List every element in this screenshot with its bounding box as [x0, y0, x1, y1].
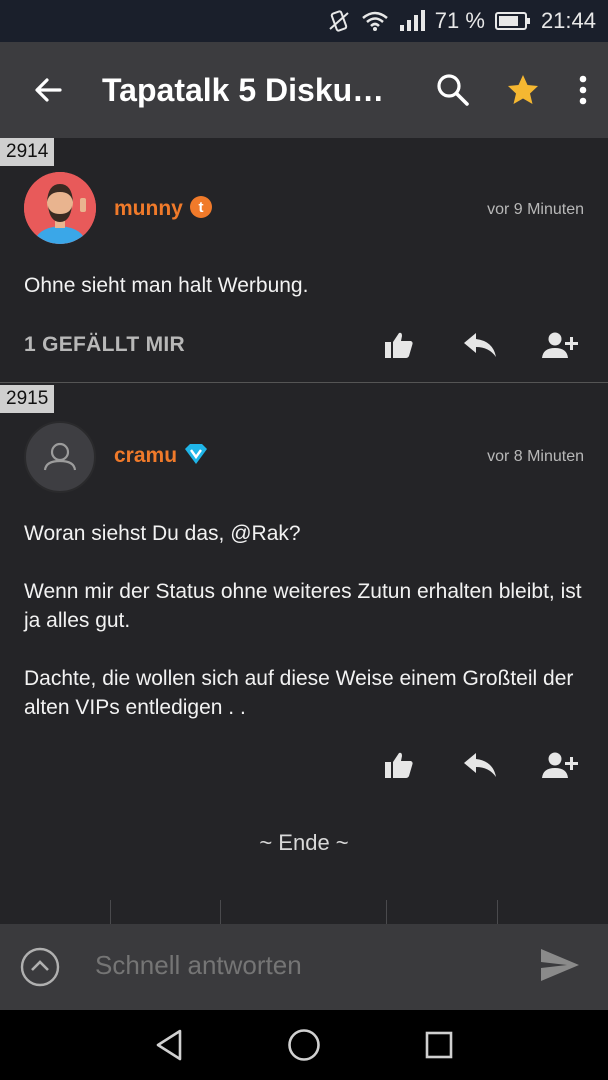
battery-icon — [494, 11, 531, 31]
battery-percent: 71 % — [434, 8, 485, 33]
post-paragraph: Ohne sieht man halt Werbung. — [24, 274, 309, 297]
wifi-icon — [361, 10, 389, 32]
expand-reply-button[interactable] — [20, 947, 60, 987]
thumbs-up-icon — [385, 752, 413, 778]
quick-reply-bar — [0, 924, 608, 1010]
post-time: vor 9 Minuten — [487, 201, 584, 218]
default-avatar-icon — [43, 442, 77, 471]
nav-recents-icon — [425, 1031, 453, 1059]
more-options-button[interactable] — [558, 42, 608, 138]
favorite-button[interactable] — [488, 42, 558, 138]
reply-button[interactable] — [458, 323, 502, 367]
search-button[interactable] — [418, 42, 488, 138]
follow-user-button[interactable] — [538, 323, 582, 367]
thumbs-up-icon — [385, 332, 413, 358]
bottom-toolbar-edge — [0, 900, 608, 924]
nav-home-button[interactable] — [284, 1025, 324, 1065]
post-number: 2915 — [0, 385, 55, 413]
post-paragraph: Woran siehst Du das, @Rak? — [24, 522, 301, 545]
add-person-icon — [542, 752, 578, 778]
back-button[interactable] — [0, 42, 96, 138]
avatar[interactable] — [24, 421, 96, 493]
post-body: Ohne sieht man halt Werbung. — [24, 271, 584, 300]
post-2914: 2914 munny t vor 9 Minuten Ohne sieht ma… — [0, 138, 608, 382]
star-icon — [508, 75, 538, 104]
like-count[interactable]: 1 GEFÄLLT MIR — [24, 333, 185, 357]
signal-icon — [399, 10, 425, 32]
nav-back-icon — [156, 1029, 182, 1061]
send-icon — [541, 949, 579, 981]
post-divider — [0, 382, 608, 383]
username[interactable]: cramu — [114, 444, 177, 468]
reply-button[interactable] — [458, 743, 502, 787]
back-arrow-icon — [35, 78, 62, 102]
svg-text:t: t — [199, 199, 204, 216]
follow-user-button[interactable] — [538, 743, 582, 787]
post-paragraph: Dachte, die wollen sich auf diese Weise … — [24, 667, 574, 719]
add-person-icon — [542, 332, 578, 358]
send-button[interactable] — [540, 948, 584, 988]
more-vert-icon — [579, 75, 587, 105]
nav-home-icon — [288, 1029, 320, 1061]
status-time: 21:44 — [540, 8, 596, 33]
status-bar: 71 % 21:44 — [0, 0, 608, 42]
like-button[interactable] — [377, 323, 421, 367]
system-nav-bar — [0, 1010, 608, 1080]
nav-back-button[interactable] — [149, 1025, 189, 1065]
post-body: Woran siehst Du das, @Rak? Wenn mir der … — [24, 519, 584, 722]
avatar[interactable] — [24, 172, 96, 244]
topic-title: Tapatalk 5 Disku… — [102, 71, 385, 108]
chevron-up-icon — [20, 947, 60, 987]
reply-icon — [464, 333, 496, 357]
post-number: 2914 — [0, 138, 55, 166]
post-time: vor 8 Minuten — [487, 448, 584, 465]
post-2915: 2915 cramu vor 8 Minuten Woran siehst Du… — [0, 385, 608, 805]
vibrate-icon — [327, 9, 351, 33]
user-avatar-icon — [24, 172, 96, 244]
like-button[interactable] — [377, 743, 421, 787]
end-marker: ~ Ende ~ — [259, 830, 349, 855]
reply-icon — [464, 753, 496, 777]
app-bar: Tapatalk 5 Disku… — [0, 42, 608, 138]
vip-badge-icon — [184, 443, 207, 465]
quick-reply-input[interactable] — [95, 950, 495, 981]
username[interactable]: munny — [114, 197, 183, 221]
tapatalk-badge-icon: t — [190, 196, 212, 218]
search-icon — [437, 74, 469, 106]
post-paragraph: Wenn mir der Status ohne weiteres Zutun … — [24, 580, 582, 632]
nav-recents-button[interactable] — [419, 1025, 459, 1065]
